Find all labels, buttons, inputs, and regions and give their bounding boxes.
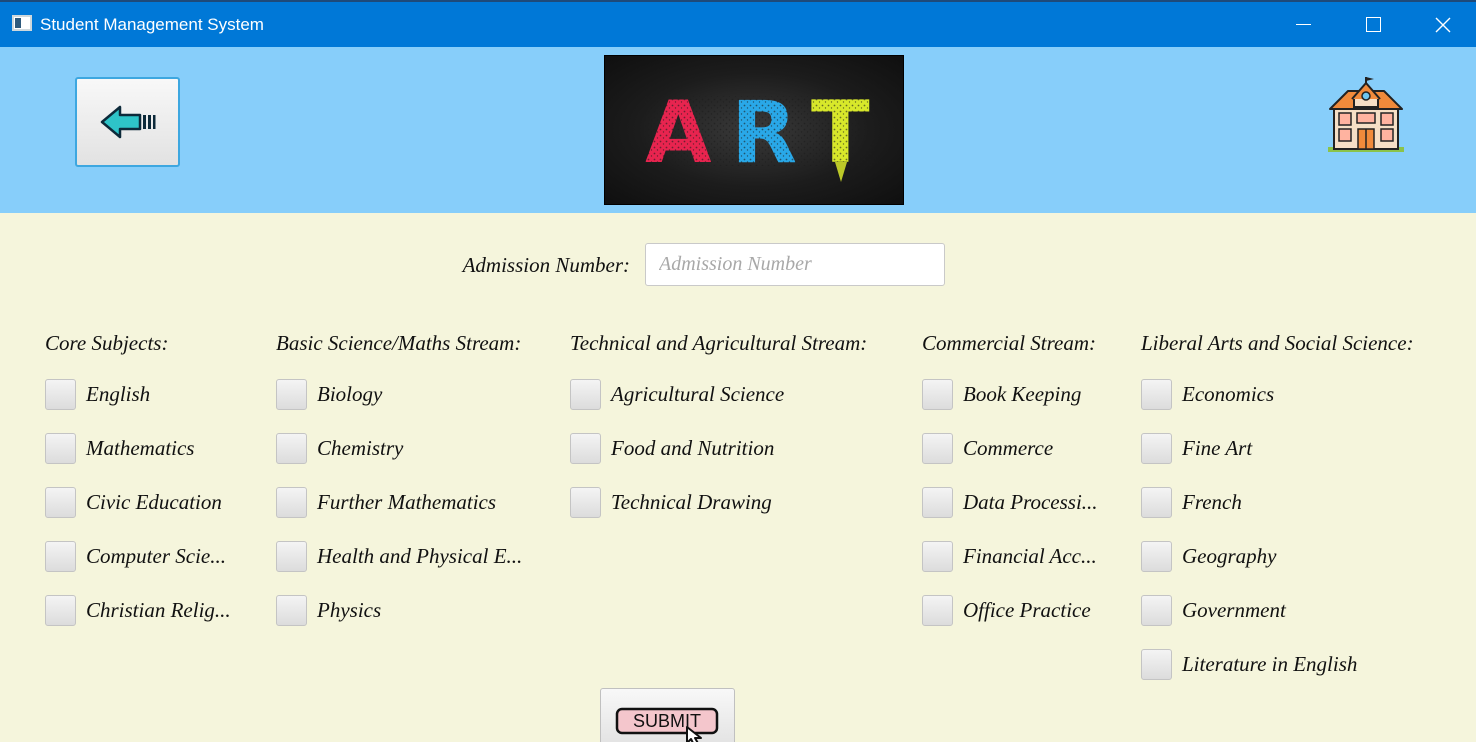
subject-checkbox-row[interactable]: Technical Drawing — [570, 487, 772, 518]
subject-checkbox[interactable] — [922, 433, 953, 464]
subject-label: Biology — [317, 382, 383, 406]
submit-button[interactable]: SUBMIT — [600, 688, 735, 742]
app-window-icon — [12, 15, 32, 31]
title-bar: Student Management System — [0, 0, 1476, 47]
subject-label: English — [86, 382, 151, 406]
subject-checkbox[interactable] — [1141, 595, 1172, 626]
column-header: Basic Science/Maths Stream: — [276, 331, 522, 355]
art-banner-image: A R T — [604, 55, 904, 205]
subject-checkbox-row[interactable]: Office Practice — [922, 595, 1091, 626]
subject-label: Geography — [1182, 544, 1277, 568]
subject-checkbox-row[interactable]: Government — [1141, 595, 1286, 626]
subject-checkbox-row[interactable]: English — [45, 379, 150, 410]
subject-checkbox-row[interactable]: Commerce — [922, 433, 1053, 464]
back-arrow-icon — [100, 105, 155, 139]
subject-checkbox-row[interactable]: Chemistry — [276, 433, 403, 464]
subject-checkbox-row[interactable]: Financial Acc... — [922, 541, 1097, 572]
subject-checkbox[interactable] — [45, 487, 76, 518]
subject-label: Health and Physical E... — [317, 544, 523, 568]
subject-label: Office Practice — [963, 598, 1091, 622]
subject-checkbox-row[interactable]: Book Keeping — [922, 379, 1081, 410]
subject-label: Fine Art — [1182, 436, 1253, 460]
subject-checkbox[interactable] — [1141, 487, 1172, 518]
subject-checkbox-row[interactable]: Economics — [1141, 379, 1274, 410]
subject-checkbox-row[interactable]: Data Processi... — [922, 487, 1098, 518]
subject-checkbox-row[interactable]: Civic Education — [45, 487, 222, 518]
subject-checkbox[interactable] — [570, 433, 601, 464]
subject-checkbox[interactable] — [45, 433, 76, 464]
subject-checkbox-row[interactable]: Further Mathematics — [276, 487, 496, 518]
subject-label: Economics — [1182, 382, 1275, 406]
subject-checkbox-row[interactable]: Biology — [276, 379, 382, 410]
maximize-button[interactable] — [1338, 2, 1408, 47]
subject-label: Chemistry — [317, 436, 404, 460]
subject-checkbox[interactable] — [45, 379, 76, 410]
subject-checkbox[interactable] — [1141, 649, 1172, 680]
subject-checkbox[interactable] — [276, 595, 307, 626]
subject-checkbox-row[interactable]: Food and Nutrition — [570, 433, 774, 464]
column-header: Core Subjects: — [45, 331, 169, 355]
subject-label: Book Keeping — [963, 382, 1082, 406]
close-button[interactable] — [1408, 2, 1476, 47]
subject-checkbox-row[interactable]: Agricultural Science — [570, 379, 784, 410]
subject-checkbox-row[interactable]: Literature in English — [1141, 649, 1357, 680]
subject-label: Commerce — [963, 436, 1054, 460]
subject-label: Data Processi... — [963, 490, 1098, 514]
subject-checkbox[interactable] — [922, 541, 953, 572]
column-header: Technical and Agricultural Stream: — [570, 331, 868, 355]
column-header: Commercial Stream: — [922, 331, 1096, 355]
header-band: A R T — [0, 47, 1476, 213]
subject-label: French — [1182, 490, 1242, 514]
subject-checkbox[interactable] — [1141, 433, 1172, 464]
school-building-icon — [1324, 77, 1408, 155]
subject-label: Further Mathematics — [317, 490, 497, 514]
subject-label: Civic Education — [86, 490, 222, 514]
subject-checkbox[interactable] — [276, 541, 307, 572]
subject-label: Literature in English — [1182, 652, 1358, 676]
subject-checkbox-row[interactable]: French — [1141, 487, 1242, 518]
subject-checkbox[interactable] — [276, 433, 307, 464]
column-header: Liberal Arts and Social Science: — [1141, 331, 1414, 355]
subject-checkbox[interactable] — [1141, 541, 1172, 572]
subject-checkbox[interactable] — [276, 379, 307, 410]
subject-checkbox[interactable] — [922, 487, 953, 518]
subject-checkbox[interactable] — [570, 487, 601, 518]
subject-label: Food and Nutrition — [611, 436, 775, 460]
back-button[interactable] — [75, 77, 180, 167]
subject-checkbox-row[interactable]: Computer Scie... — [45, 541, 226, 572]
subject-checkbox-row[interactable]: Mathematics — [45, 433, 194, 464]
subject-checkbox[interactable] — [45, 541, 76, 572]
subject-label: Christian Relig... — [86, 598, 231, 622]
subject-checkbox-row[interactable]: Physics — [276, 595, 381, 626]
subject-label: Mathematics — [86, 436, 195, 460]
subject-label: Agricultural Science — [611, 382, 785, 406]
subject-checkbox-row[interactable]: Christian Relig... — [45, 595, 231, 626]
maximize-icon — [1365, 17, 1381, 32]
submit-label: SUBMIT — [633, 711, 701, 731]
close-icon — [1435, 17, 1451, 32]
subject-checkbox-row[interactable]: Health and Physical E... — [276, 541, 522, 572]
admission-number-label: Admission Number: — [462, 253, 630, 277]
subject-checkbox-row[interactable]: Geography — [1141, 541, 1276, 572]
submit-label-graphic: SUBMIT — [615, 707, 719, 742]
subject-checkbox[interactable] — [922, 379, 953, 410]
subject-checkbox[interactable] — [276, 487, 307, 518]
admission-number-input[interactable] — [645, 243, 945, 286]
subject-label: Physics — [317, 598, 382, 622]
subject-checkbox[interactable] — [570, 379, 601, 410]
subject-checkbox[interactable] — [1141, 379, 1172, 410]
subject-label: Financial Acc... — [963, 544, 1097, 568]
subject-checkbox[interactable] — [45, 595, 76, 626]
subject-label: Technical Drawing — [611, 490, 772, 514]
subject-checkbox-row[interactable]: Fine Art — [1141, 433, 1252, 464]
subject-label: Government — [1182, 598, 1286, 622]
minimize-button[interactable] — [1268, 2, 1338, 47]
subject-label: Computer Scie... — [86, 544, 226, 568]
window-title: Student Management System — [40, 15, 264, 34]
subject-checkbox[interactable] — [922, 595, 953, 626]
minimize-icon — [1295, 24, 1311, 25]
